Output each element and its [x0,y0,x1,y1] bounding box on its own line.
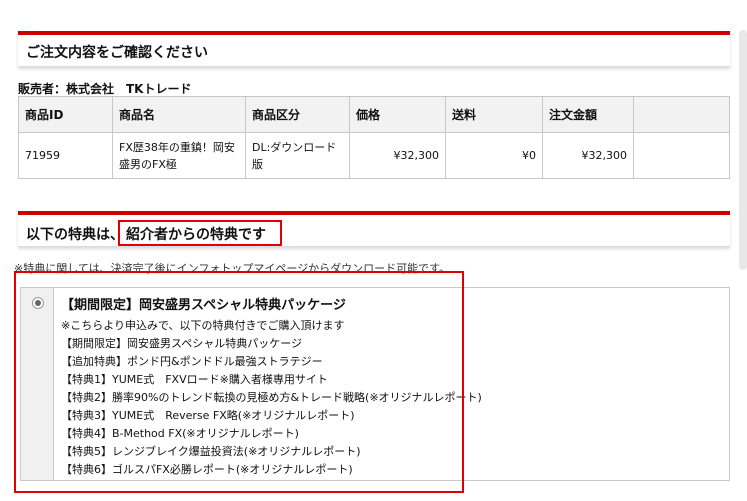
cell-shipping: ¥0 [445,132,543,179]
header-extra [633,96,730,133]
header-total: 注文金額 [542,96,634,133]
table-header-row: 商品ID 商品名 商品区分 価格 送料 注文金額 [18,96,730,133]
bonus-heading-prefix: 以下の特典は、 [26,227,124,243]
cell-total: ¥32,300 [542,132,634,179]
cell-extra [633,132,730,179]
header-product-name: 商品名 [112,96,246,133]
scrollbar[interactable] [739,30,747,270]
cell-category: DL:ダウンロード版 [245,132,350,179]
seller-label: 販売者：株式会社 TKトレード [18,82,192,96]
header-category: 商品区分 [245,96,350,133]
header-price: 価格 [349,96,446,133]
header-shipping: 送料 [445,96,543,133]
cell-price: ¥32,300 [349,132,446,179]
heading-highlight-frame [118,220,282,246]
table-row: 71959 FX歴38年の重鎮！岡安盛男のFX極 DL:ダウンロード版 ¥32,… [18,132,730,179]
cell-product-id: 71959 [18,132,113,179]
confirm-section-header: ご注文内容をご確認ください [18,31,730,67]
bonus-highlight-frame [14,271,464,493]
confirm-heading: ご注文内容をご確認ください [26,45,208,61]
order-table: 商品ID 商品名 商品区分 価格 送料 注文金額 71959 FX歴38年の重鎮… [18,96,730,179]
cell-product-name: FX歴38年の重鎮！岡安盛男のFX極 [112,132,246,179]
header-product-id: 商品ID [18,96,113,133]
